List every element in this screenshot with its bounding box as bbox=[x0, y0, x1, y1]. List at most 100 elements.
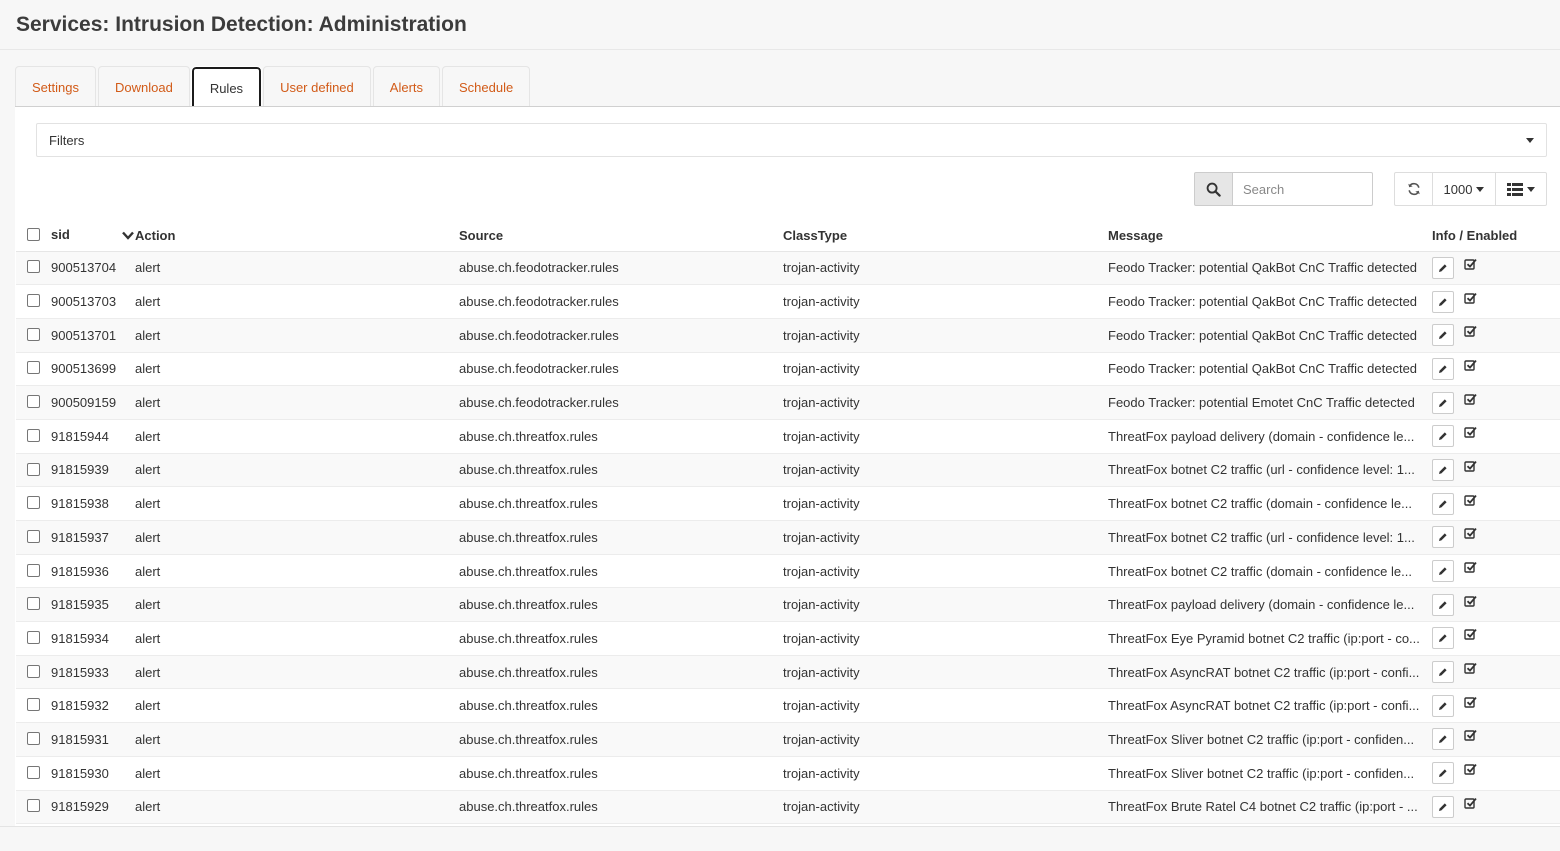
table-row[interactable]: 900513699 alert abuse.ch.feodotracker.rule… bbox=[16, 352, 1560, 387]
page-size-value: 1000 bbox=[1443, 181, 1473, 197]
edit-rule-button[interactable] bbox=[1432, 694, 1454, 717]
row-select-checkbox[interactable] bbox=[27, 496, 40, 510]
table-row[interactable]: 91815938 alert abuse.ch.threatfox.rules tro… bbox=[16, 486, 1560, 521]
enabled-toggle-icon[interactable] bbox=[1464, 393, 1477, 409]
cell-sid: 900513704 bbox=[51, 251, 135, 286]
select-all-checkbox[interactable] bbox=[27, 227, 40, 241]
table-row[interactable]: 91815932 alert abuse.ch.threatfox.rules tro… bbox=[16, 688, 1560, 724]
edit-rule-button[interactable] bbox=[1432, 593, 1454, 616]
edit-rule-button[interactable] bbox=[1432, 357, 1454, 380]
row-select-checkbox[interactable] bbox=[27, 765, 40, 779]
row-select-checkbox[interactable] bbox=[27, 799, 40, 813]
row-select-checkbox[interactable] bbox=[27, 597, 40, 611]
table-row[interactable]: 900513701 alert abuse.ch.feodotracker.rule… bbox=[16, 318, 1560, 353]
table-row[interactable]: 91815929 alert abuse.ch.threatfox.rules tro… bbox=[16, 790, 1560, 825]
table-row[interactable]: 91815936 alert abuse.ch.threatfox.rules tro… bbox=[16, 554, 1560, 589]
table-row[interactable]: 91815939 alert abuse.ch.threatfox.rules tro… bbox=[16, 453, 1560, 488]
cell-sid: 91815938 bbox=[51, 486, 135, 521]
enabled-toggle-icon[interactable] bbox=[1464, 729, 1477, 745]
edit-rule-button[interactable] bbox=[1432, 256, 1454, 279]
edit-rule-button[interactable] bbox=[1432, 290, 1454, 313]
row-select-checkbox[interactable] bbox=[27, 327, 40, 341]
enabled-toggle-icon[interactable] bbox=[1464, 460, 1477, 476]
row-select-checkbox[interactable] bbox=[27, 260, 40, 274]
pencil-icon bbox=[1438, 566, 1448, 576]
refresh-button[interactable] bbox=[1395, 173, 1433, 205]
table-row[interactable]: 900513704 alert abuse.ch.feodotracker.rule… bbox=[16, 251, 1560, 286]
pencil-icon bbox=[1438, 768, 1448, 778]
cell-source: abuse.ch.feodotracker.rules bbox=[459, 318, 783, 353]
edit-rule-button[interactable] bbox=[1432, 458, 1454, 481]
table-row[interactable]: 91815944 alert abuse.ch.threatfox.rules tro… bbox=[16, 419, 1560, 454]
enabled-toggle-icon[interactable] bbox=[1464, 662, 1477, 678]
row-select-checkbox[interactable] bbox=[27, 664, 40, 678]
edit-rule-button[interactable] bbox=[1432, 425, 1454, 448]
columns-dropdown[interactable] bbox=[1496, 173, 1546, 205]
enabled-toggle-icon[interactable] bbox=[1464, 325, 1477, 341]
table-row[interactable]: 900509159 alert abuse.ch.feodotracker.rule… bbox=[16, 385, 1560, 420]
row-select-checkbox[interactable] bbox=[27, 563, 40, 577]
edit-rule-button[interactable] bbox=[1432, 627, 1454, 650]
enabled-toggle-icon[interactable] bbox=[1464, 426, 1477, 442]
cell-message: ThreatFox botnet C2 traffic (url - confi… bbox=[1108, 520, 1432, 555]
enabled-toggle-icon[interactable] bbox=[1464, 628, 1477, 644]
column-header-action[interactable]: Action bbox=[135, 220, 459, 252]
edit-rule-button[interactable] bbox=[1432, 492, 1454, 515]
tab-settings[interactable]: Settings bbox=[15, 66, 96, 107]
search-input[interactable] bbox=[1233, 172, 1373, 206]
edit-rule-button[interactable] bbox=[1432, 526, 1454, 549]
enabled-toggle-icon[interactable] bbox=[1464, 797, 1477, 813]
search-button[interactable] bbox=[1194, 172, 1233, 206]
edit-rule-button[interactable] bbox=[1432, 795, 1454, 818]
cell-source: abuse.ch.threatfox.rules bbox=[459, 453, 783, 488]
column-header-classtype[interactable]: ClassType bbox=[783, 220, 1108, 252]
chevron-down-icon bbox=[1476, 186, 1485, 192]
enabled-toggle-icon[interactable] bbox=[1464, 595, 1477, 611]
column-header-sid[interactable]: sid bbox=[51, 220, 135, 252]
page-size-dropdown[interactable]: 1000 bbox=[1433, 173, 1496, 205]
row-select-checkbox[interactable] bbox=[27, 630, 40, 644]
row-select-checkbox[interactable] bbox=[27, 361, 40, 375]
row-select-checkbox[interactable] bbox=[27, 294, 40, 308]
row-select-checkbox[interactable] bbox=[27, 698, 40, 712]
enabled-toggle-icon[interactable] bbox=[1464, 763, 1477, 779]
column-header-message[interactable]: Message bbox=[1108, 220, 1432, 252]
row-select-checkbox[interactable] bbox=[27, 529, 40, 543]
tab-rules[interactable]: Rules bbox=[190, 66, 263, 108]
row-select-checkbox[interactable] bbox=[27, 462, 40, 476]
enabled-toggle-icon[interactable] bbox=[1464, 696, 1477, 712]
enabled-toggle-icon[interactable] bbox=[1464, 527, 1477, 543]
table-row[interactable]: 91815930 alert abuse.ch.threatfox.rules tro… bbox=[16, 756, 1560, 791]
tab-user-defined[interactable]: User defined bbox=[263, 66, 371, 107]
table-row[interactable]: 91815931 alert abuse.ch.threatfox.rules tro… bbox=[16, 722, 1560, 757]
filters-dropdown[interactable]: Filters bbox=[36, 123, 1547, 157]
edit-rule-button[interactable] bbox=[1432, 762, 1454, 785]
tab-alerts[interactable]: Alerts bbox=[372, 66, 441, 107]
tab-download[interactable]: Download bbox=[97, 66, 190, 107]
row-select-checkbox[interactable] bbox=[27, 395, 40, 409]
edit-rule-button[interactable] bbox=[1432, 560, 1454, 583]
row-select-checkbox[interactable] bbox=[27, 428, 40, 442]
table-row[interactable]: 91815933 alert abuse.ch.threatfox.rules tro… bbox=[16, 655, 1560, 690]
cell-action: alert bbox=[135, 352, 459, 387]
enabled-toggle-icon[interactable] bbox=[1464, 292, 1477, 308]
tab-schedule[interactable]: Schedule bbox=[442, 66, 531, 107]
table-row[interactable]: 91815937 alert abuse.ch.threatfox.rules tro… bbox=[16, 520, 1560, 555]
table-header-row: sid Action Source ClassType Message Info… bbox=[16, 220, 1560, 252]
enabled-toggle-icon[interactable] bbox=[1464, 561, 1477, 577]
cell-action: alert bbox=[135, 722, 459, 757]
table-row[interactable]: 91815934 alert abuse.ch.threatfox.rules tro… bbox=[16, 621, 1560, 656]
cell-message: Feodo Tracker: potential QakBot CnC Traf… bbox=[1108, 352, 1432, 387]
enabled-toggle-icon[interactable] bbox=[1464, 494, 1477, 510]
table-row[interactable]: 91815935 alert abuse.ch.threatfox.rules tro… bbox=[16, 587, 1560, 623]
edit-rule-button[interactable] bbox=[1432, 661, 1454, 684]
table-row[interactable]: 900513703 alert abuse.ch.feodotracker.rule… bbox=[16, 284, 1560, 319]
edit-rule-button[interactable] bbox=[1432, 728, 1454, 751]
enabled-toggle-icon[interactable] bbox=[1464, 258, 1477, 274]
edit-rule-button[interactable] bbox=[1432, 324, 1454, 347]
column-header-source[interactable]: Source bbox=[459, 220, 783, 252]
enabled-toggle-icon[interactable] bbox=[1464, 359, 1477, 375]
cell-source: abuse.ch.threatfox.rules bbox=[459, 587, 783, 623]
edit-rule-button[interactable] bbox=[1432, 391, 1454, 414]
row-select-checkbox[interactable] bbox=[27, 732, 40, 745]
